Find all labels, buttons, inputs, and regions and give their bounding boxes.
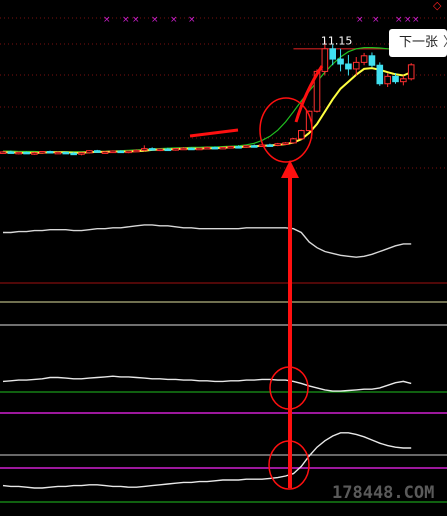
candle-up (243, 145, 250, 148)
indicator-line-3 (2, 432, 412, 489)
candle-up (407, 64, 415, 80)
candle-up (400, 78, 407, 83)
marker-x: × (151, 15, 159, 25)
marker-x: × (395, 15, 403, 25)
candle-down (211, 146, 219, 150)
annotation-trend-stroke (189, 128, 239, 138)
ma10-line (3, 46, 412, 153)
candle-up (203, 146, 211, 150)
marker-x: × (122, 15, 130, 25)
candle-up (86, 150, 93, 154)
candle-up (133, 149, 140, 153)
candle-down (235, 146, 242, 149)
candle-up (180, 147, 187, 151)
candle-down (93, 150, 101, 153)
candle-up (172, 148, 179, 151)
marker-x: × (404, 15, 412, 25)
candle-up (274, 143, 282, 146)
candle-up (141, 148, 148, 151)
next-button-label: 下一张 (399, 35, 439, 50)
candle-down (368, 55, 376, 66)
candle-up (156, 148, 164, 152)
candle-down (70, 152, 77, 156)
candle-up (290, 138, 297, 144)
candle-up (38, 151, 46, 154)
candle-up (195, 147, 203, 151)
chart-stage: ×××××××××××11.15 ◇ 下一张〉 178448.COM (0, 0, 447, 516)
indicator-line-1 (3, 224, 412, 258)
candle-up (109, 150, 117, 154)
candle-down (7, 151, 15, 154)
chevron-right-icon: 〉 (443, 35, 447, 50)
candle-up (321, 48, 329, 72)
candle-down (117, 150, 125, 154)
candle-up (282, 142, 289, 145)
diamond-icon: ◇ (433, 0, 442, 12)
marker-x: × (170, 15, 178, 25)
candle-down (266, 144, 274, 147)
candle-down (23, 151, 30, 155)
candle-up (219, 146, 227, 150)
candle-up (15, 151, 22, 155)
candle-down (62, 151, 70, 155)
candle-up (31, 152, 38, 155)
ma5-line (3, 67, 412, 154)
candle-down (392, 75, 399, 83)
next-image-button[interactable]: 下一张〉 (389, 29, 447, 57)
candle-up (384, 75, 391, 85)
candle-up (0, 151, 7, 154)
watermark: 178448.COM (332, 483, 435, 503)
candle-up (78, 152, 85, 155)
marker-x: × (132, 15, 140, 25)
candle-down (376, 64, 384, 85)
candle-up (101, 151, 109, 154)
marker-x: × (356, 15, 364, 25)
marker-x: × (103, 15, 111, 25)
candle-up (352, 61, 360, 70)
candle-down (337, 58, 344, 65)
marker-x: × (372, 15, 380, 25)
stock-chart: × × × × × × × × × × ×11.15 (0, 15, 447, 503)
annotation-arrow-head (281, 160, 299, 178)
candle-down (188, 147, 195, 151)
candle-down (46, 151, 54, 154)
candle-down (148, 148, 156, 151)
peak-price-label: 11.15 (321, 35, 353, 48)
candle-up (298, 130, 305, 140)
indicator-line-2 (2, 375, 412, 392)
candle-up (54, 151, 62, 155)
marker-x: × (412, 15, 420, 25)
candle-up (125, 150, 132, 154)
candle-down (345, 63, 352, 70)
marker-x: × (188, 15, 196, 25)
candle-up (227, 146, 234, 149)
candle-down (164, 148, 172, 152)
highlight-circle (259, 97, 313, 163)
candle-down (250, 145, 258, 148)
candle-down (329, 48, 336, 60)
candle-up (360, 55, 368, 63)
